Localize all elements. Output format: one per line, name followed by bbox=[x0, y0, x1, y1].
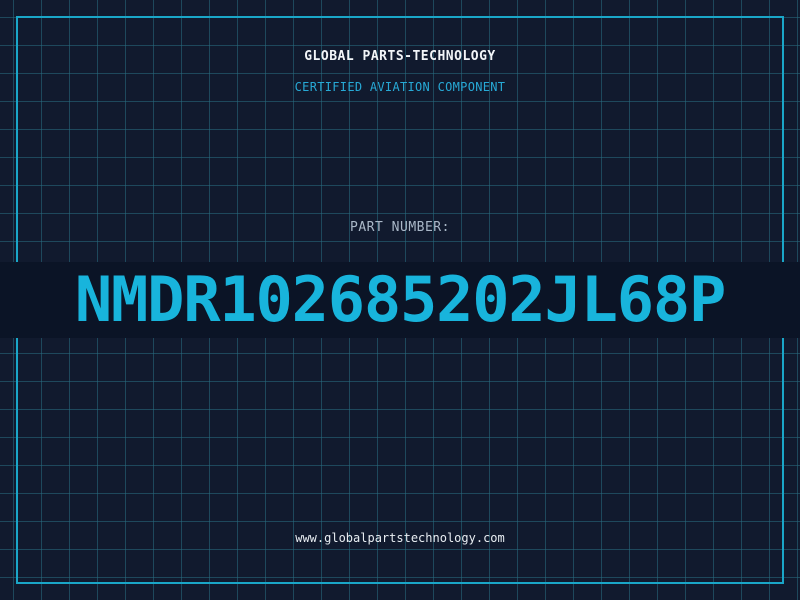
brand-tagline: CERTIFIED AVIATION COMPONENT bbox=[294, 80, 506, 94]
part-number-label: PART NUMBER: bbox=[350, 220, 450, 235]
brand-title: GLOBAL PARTS-TECHNOLOGY bbox=[304, 49, 496, 64]
part-number-value: NMDR102685202JL68P bbox=[74, 263, 726, 336]
website-url: www.globalpartstechnology.com bbox=[295, 531, 505, 545]
label-card: GLOBAL PARTS-TECHNOLOGY CERTIFIED AVIATI… bbox=[0, 0, 800, 600]
